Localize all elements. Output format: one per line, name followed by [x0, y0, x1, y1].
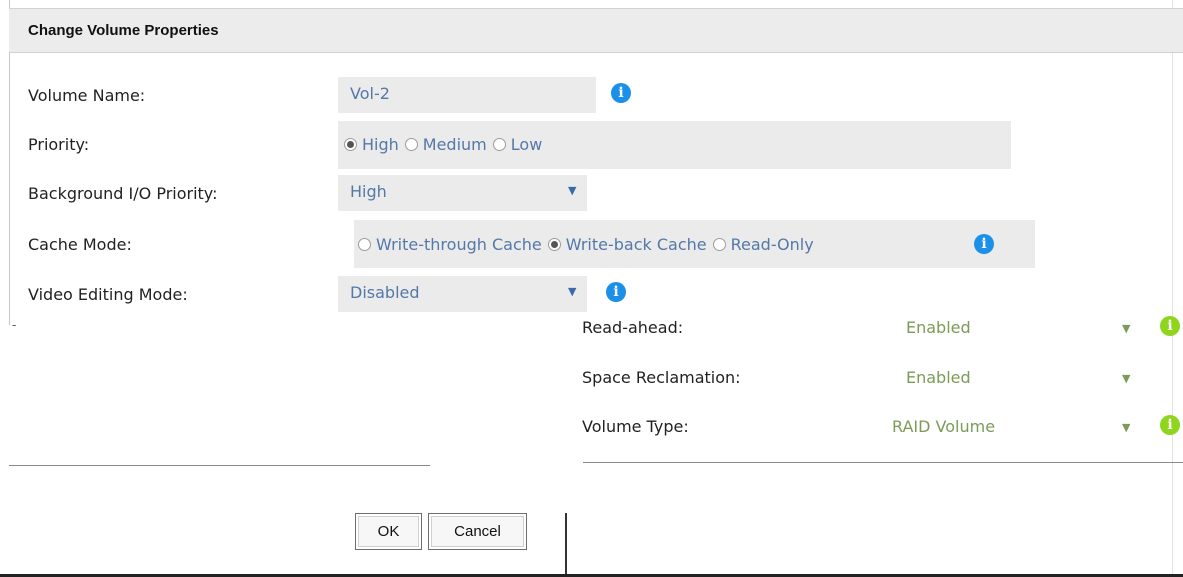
- dialog-right-border: [1172, 0, 1173, 577]
- priority-medium-radio[interactable]: [404, 138, 418, 151]
- cache-write-back-radio[interactable]: [547, 238, 561, 251]
- chevron-down-icon: ▼: [568, 184, 577, 197]
- space-reclamation-label: Space Reclamation:: [582, 368, 741, 387]
- read-ahead-label: Read-ahead:: [582, 318, 684, 337]
- chevron-down-icon: ▼: [568, 285, 577, 298]
- cache-mode-label: Cache Mode:: [28, 235, 132, 254]
- cache-write-through-radio[interactable]: [358, 238, 371, 251]
- left-separator: [9, 465, 430, 466]
- video-editing-mode-value: Disabled: [350, 283, 420, 302]
- priority-high-radio[interactable]: [344, 138, 357, 151]
- space-reclamation-value[interactable]: Enabled: [906, 368, 971, 387]
- dialog-titlebar: Change Volume Properties: [9, 8, 1183, 53]
- cache-mode-radio-group: Write-through Cache Write-back Cache Rea…: [354, 220, 1035, 268]
- volume-name-info-icon[interactable]: i: [611, 83, 631, 103]
- volume-name-value: Vol-2: [350, 84, 390, 103]
- cache-read-only-label[interactable]: Read-Only: [731, 235, 814, 254]
- chevron-down-icon[interactable]: ▼: [1122, 322, 1130, 335]
- vertical-divider: [565, 513, 567, 575]
- background-io-priority-value: High: [350, 182, 387, 201]
- right-separator: [583, 462, 1183, 463]
- priority-low-radio[interactable]: [492, 138, 506, 151]
- stray-mark: -: [12, 318, 17, 332]
- volume-name-label: Volume Name:: [28, 86, 146, 105]
- volume-type-value[interactable]: RAID Volume: [892, 417, 995, 436]
- cache-write-through-label[interactable]: Write-through Cache: [376, 235, 542, 254]
- chevron-down-icon[interactable]: ▼: [1122, 372, 1130, 385]
- read-ahead-value[interactable]: Enabled: [906, 318, 971, 337]
- priority-radio-group: High Medium Low: [338, 121, 1011, 169]
- volume-type-info-icon[interactable]: i: [1160, 415, 1180, 435]
- dialog-title: Change Volume Properties: [28, 22, 219, 39]
- read-ahead-info-icon[interactable]: i: [1160, 316, 1180, 336]
- volume-name-input[interactable]: Vol-2: [338, 77, 596, 113]
- cache-mode-info-icon[interactable]: i: [974, 234, 994, 254]
- priority-low-label[interactable]: Low: [511, 135, 543, 154]
- cancel-button[interactable]: Cancel: [428, 513, 527, 550]
- background-io-priority-label: Background I/O Priority:: [28, 184, 218, 203]
- cache-read-only-radio[interactable]: [712, 238, 726, 251]
- video-editing-info-icon[interactable]: i: [606, 282, 626, 302]
- priority-label: Priority:: [28, 135, 90, 154]
- ok-button[interactable]: OK: [355, 513, 422, 550]
- video-editing-mode-select[interactable]: Disabled ▼: [338, 276, 587, 312]
- video-editing-mode-label: Video Editing Mode:: [28, 285, 188, 304]
- volume-type-label: Volume Type:: [582, 417, 689, 436]
- priority-high-label[interactable]: High: [362, 135, 399, 154]
- cache-write-back-label[interactable]: Write-back Cache: [566, 235, 707, 254]
- background-io-priority-select[interactable]: High ▼: [338, 175, 587, 211]
- priority-medium-label[interactable]: Medium: [423, 135, 487, 154]
- chevron-down-icon[interactable]: ▼: [1122, 421, 1130, 434]
